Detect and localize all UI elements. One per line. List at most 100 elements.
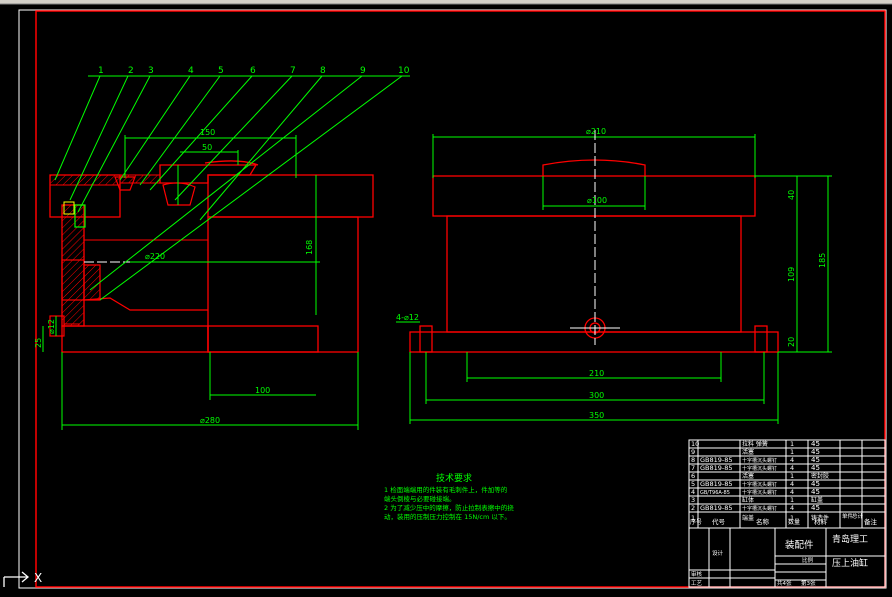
row-qty: 1 [790,496,794,504]
balloon-10: 10 [398,66,410,76]
sheet-number: 第3张 [801,579,816,587]
left-dome-boss [159,164,258,184]
inner-frame [35,10,886,588]
dim-20: 20 [787,337,796,347]
dim-300: 300 [589,391,604,400]
left-piston-edge [83,297,208,311]
left-cylinder-body [207,216,359,353]
row-mat: 45 [811,448,820,456]
row-name: 十字槽沉头螺钉 [742,457,777,464]
header-no: 序号 [690,518,702,526]
left-section-view [49,160,374,353]
dim-280: ⌀280 [200,416,220,425]
scale-label: 比例 [802,556,814,564]
row-mat: 45 [811,480,820,488]
balloon-2: 2 [128,66,134,76]
row-qty: 4 [790,480,794,488]
row-no: 6 [691,472,695,480]
balloon-4: 4 [188,66,194,76]
row-mat: 密封胶 [811,472,829,480]
notes-title: 技术要求 [436,472,472,484]
dim-210-top: ⌀210 [586,127,606,136]
dim-25: 25 [34,338,43,348]
balloon-7: 7 [290,66,296,76]
signer-review: 审核 [691,570,703,578]
row-no: 2 [691,504,695,512]
dim-220: ⌀220 [145,252,165,261]
row-qty: 1 [790,472,794,480]
row-no: 7 [691,464,695,472]
right-dimensions [396,134,832,424]
row-mat: 缸盖 [811,496,823,504]
right-base [409,331,779,353]
row-qty: 4 [790,456,794,464]
dim-350: 350 [589,411,604,420]
company-name: 青岛理工 [832,533,868,545]
balloon-1: 1 [98,66,104,76]
notes-line-1: 1 检面端端用的件装有毛刺件上，件加等的 [384,485,508,494]
row-no: 5 [691,480,695,488]
row-mat: 45 [811,440,820,448]
header-remark: 备注 [864,517,878,526]
left-bolt-2 [162,182,196,206]
part-name: 压上油缸 [832,557,868,569]
notes-line-2b: 动，装用的压制压力控制在 15N/cm 以下。 [384,512,511,521]
dim-40: 40 [787,190,796,200]
right-hole-left [419,325,433,353]
assembly-label: 装配件 [785,539,814,551]
right-hole-right [754,325,768,353]
row-mat: 45 [811,488,820,496]
left-base-right [207,325,319,353]
dim-150: 150 [200,128,215,137]
row-name: 十字槽沉头螺钉 [742,505,777,512]
row-qty: 1 [790,440,794,448]
right-dome [542,159,646,176]
row-no: 9 [691,448,695,456]
row-qty: 4 [790,488,794,496]
notes-line-1b: 端头倒棱与必要碰接端。 [384,494,456,503]
right-body [446,215,742,333]
balloon-9: 9 [360,66,366,76]
cad-drawing-canvas[interactable]: 1 2 3 4 5 6 7 8 9 10 150 50 ⌀220 168 100… [0,0,892,597]
row-qty: 4 [790,464,794,472]
dim-168: 168 [305,240,314,255]
dim-12: ⌀12 [47,319,56,334]
right-front-view [409,159,779,353]
dim-185: 185 [818,253,827,268]
ucs-icon [3,571,30,587]
row-mat: 45 [811,504,820,512]
balloon-3: 3 [148,66,154,76]
row-name: 缸体 [742,496,754,504]
ucs-x-label: X [34,571,42,585]
row-code: GB819-85 [700,504,733,512]
row-code: GB819-85 [700,480,733,488]
row-qty: 4 [790,504,794,512]
row-mat: 45 [811,456,820,464]
row-code: GB819-85 [700,464,733,472]
signer-design: 设计 [712,549,724,557]
row-no: 8 [691,456,695,464]
balloon-8: 8 [320,66,326,76]
left-piston [84,264,101,301]
signer-process: 工艺 [691,580,703,587]
row-qty: 1 [790,448,794,456]
row-code: GB/T96A-85 [700,490,730,496]
left-top-cap-hatch [49,174,121,186]
toolbar-edge [0,0,892,4]
header-mat: 材料 [814,517,828,526]
header-qty: 数量 [788,518,800,526]
row-name: 十字槽沉头螺钉 [742,489,777,496]
row-no: 3 [691,496,695,504]
header-note2: 总计 [852,512,864,520]
left-wall-hatched [61,204,85,327]
sheet-total: 共4张 [777,579,792,587]
dim-210-bottom: 210 [589,369,604,378]
dim-holes: 4-⌀12 [396,313,419,322]
balloon-leaders [54,75,410,301]
row-name: 拉料 弹簧 [742,440,768,448]
row-no: 10 [691,440,699,448]
row-name: 十字槽沉头螺钉 [742,465,777,472]
row-name: 活塞 [742,472,754,480]
row-mat: 45 [811,464,820,472]
row-name: 端盖 [742,514,754,522]
